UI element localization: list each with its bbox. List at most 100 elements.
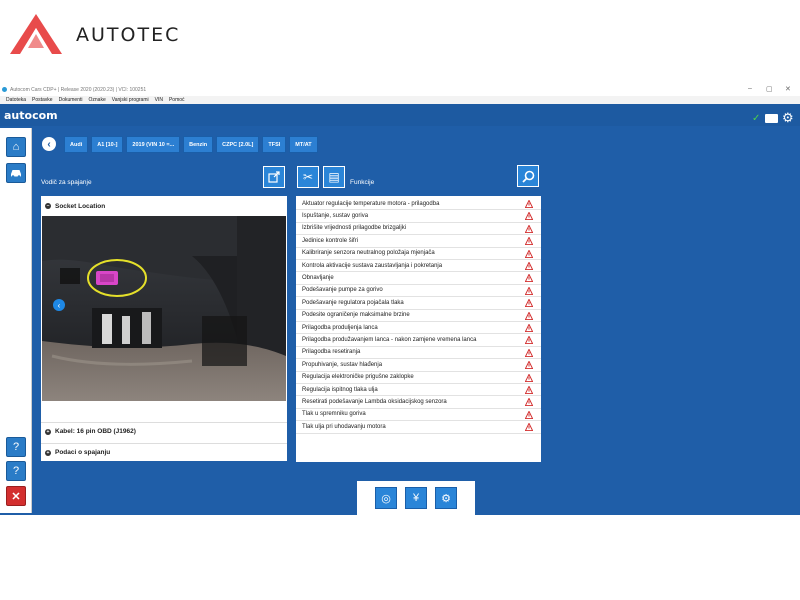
service-button[interactable]: ¥: [405, 487, 427, 509]
function-item[interactable]: Tlak ulja pri uhodavanju motora: [296, 421, 541, 434]
close-window-button[interactable]: ✕: [785, 85, 791, 93]
function-item[interactable]: Kalibriranje senzora neutralnog položaja…: [296, 248, 541, 260]
brand-name: AUTOTEC: [76, 24, 181, 46]
function-label: Izbrišite vrijednosti prilagodbe brizgal…: [302, 225, 407, 232]
photo-prev-button[interactable]: ‹: [53, 299, 65, 311]
function-item[interactable]: Regulacija elektroničke prigušne zaklopk…: [296, 372, 541, 384]
function-item[interactable]: Izbrišite vrijednosti prilagodbe brizgal…: [296, 223, 541, 236]
app-icon: [2, 87, 7, 92]
tools-icon: ✂: [302, 170, 314, 184]
crumb-transmission[interactable]: MT/AT: [289, 136, 318, 153]
crumb-engine[interactable]: CZPC [2.0L]: [216, 136, 260, 153]
open-external-button[interactable]: [263, 166, 285, 188]
function-item[interactable]: Propuhivanje, sustav hlađenja: [296, 359, 541, 372]
back-button[interactable]: ‹: [42, 137, 56, 151]
window-title: Autocom Cars CDP+ | Release 2020 (2020.2…: [10, 87, 147, 93]
function-label: Prilagodba produljenja lanca: [302, 324, 378, 331]
menu-item-oznake[interactable]: Oznake: [89, 97, 106, 103]
search-button[interactable]: [517, 165, 539, 187]
help-button-b[interactable]: ?: [6, 461, 26, 481]
function-item[interactable]: Aktuator regulacije temperature motora -…: [296, 198, 541, 211]
menu-bar: Datoteka Postavke Dokumenti Oznake Vanjs…: [0, 96, 800, 104]
status-check-icon: ✓: [752, 113, 761, 124]
function-item[interactable]: Ispuštanje, sustav goriva: [296, 210, 541, 223]
connection-data-header[interactable]: + Podaci o spajanju: [41, 443, 287, 461]
menu-item-vanjski-programi[interactable]: Vanjski programi: [112, 97, 149, 103]
warning-icon: [525, 324, 533, 332]
function-label: Podesite ograničenje maksimalne brzine: [302, 312, 410, 319]
menu-item-dokumenti[interactable]: Dokumenti: [59, 97, 83, 103]
autocom-logo: autocom: [4, 109, 58, 122]
maximize-button[interactable]: ▢: [766, 85, 773, 93]
socket-location-label: Socket Location: [55, 202, 106, 210]
function-item[interactable]: Obnavljanje: [296, 272, 541, 285]
function-item[interactable]: Resetirati podešavanje Lambda oksidacijs…: [296, 396, 541, 409]
chevron-left-icon: ‹: [57, 300, 61, 310]
function-item[interactable]: Kontrola aktivacije sustava zaustavljanj…: [296, 260, 541, 273]
minimize-button[interactable]: –: [748, 85, 752, 92]
crumb-model[interactable]: A1 [10-]: [91, 136, 124, 153]
function-label: Tlak ulja pri uhodavanju motora: [302, 423, 386, 430]
external-link-icon: [268, 171, 280, 183]
diagnostics-button[interactable]: ◎: [375, 487, 397, 509]
crumb-fuel[interactable]: Benzin: [183, 136, 214, 153]
settings-gear-icon[interactable]: ⚙: [782, 110, 794, 126]
vehicle-breadcrumbs: Audi A1 [10-] 2019 (VIN 10 =... Benzin C…: [64, 136, 318, 153]
menu-item-datoteka[interactable]: Datoteka: [6, 97, 26, 103]
function-item[interactable]: Prilagodba resetiranja: [296, 347, 541, 360]
functions-list: Aktuator regulacije temperature motora -…: [296, 196, 541, 462]
function-item[interactable]: Regulacija ispitnog tlaka ulja: [296, 384, 541, 397]
warning-icon: [525, 423, 533, 432]
warning-icon: [525, 237, 533, 246]
function-label: Prilagodba produžavanjem lanca - nakon z…: [302, 337, 477, 344]
socket-location-photo: [42, 216, 286, 401]
car-icon: [11, 170, 21, 178]
car-interior-image: [42, 216, 286, 401]
warning-icon: [525, 274, 533, 283]
function-item[interactable]: Jedinice kontrole šifri: [296, 235, 541, 248]
battery-icon: [765, 114, 778, 123]
function-label: Tlak u spremniku goriva: [302, 411, 366, 418]
function-label: Propuhivanje, sustav hlađenja: [302, 361, 383, 368]
menu-item-postavke[interactable]: Postavke: [32, 97, 53, 103]
crumb-engine-type[interactable]: TFSI: [262, 136, 287, 153]
help-button-a[interactable]: ?: [6, 437, 26, 457]
menu-item-vin[interactable]: VIN: [155, 97, 163, 103]
expand-icon: +: [45, 449, 51, 456]
screen: AUTOTEC Autocom Cars CDP+ | Release 2020…: [0, 0, 800, 600]
exit-button[interactable]: ✕: [6, 486, 26, 506]
function-label: Obnavljanje: [302, 275, 334, 282]
expand-icon: +: [45, 428, 51, 435]
tools-button[interactable]: ✂: [297, 166, 319, 188]
menu-item-pomoc[interactable]: Pomoć: [169, 97, 185, 103]
crumb-year[interactable]: 2019 (VIN 10 =...: [126, 136, 181, 153]
document-button[interactable]: ▤: [323, 166, 345, 188]
function-item[interactable]: Prilagodba produžavanjem lanca - nakon z…: [296, 334, 541, 347]
functions-title: Funkcije: [350, 179, 375, 186]
function-item[interactable]: Prilagodba produljenja lanca: [296, 322, 541, 335]
search-icon: [521, 170, 534, 183]
engine-button[interactable]: ⚙: [435, 487, 457, 509]
function-item[interactable]: Tlak u spremniku goriva: [296, 409, 541, 422]
warning-icon: [525, 311, 533, 320]
vehicle-button[interactable]: [6, 163, 26, 183]
function-label: Prilagodba resetiranja: [302, 349, 361, 356]
question-icon: ?: [12, 441, 20, 453]
function-label: Jedinice kontrole šifri: [302, 237, 359, 244]
cable-header[interactable]: + Kabel: 16 pin OBD (J1962): [41, 422, 287, 440]
socket-location-header[interactable]: – Socket Location: [41, 197, 287, 215]
steering-icon: ◎: [381, 492, 391, 505]
home-icon: ⌂: [12, 141, 20, 153]
function-label: Regulacija elektroničke prigušne zaklopk…: [302, 374, 414, 381]
chevron-left-icon: ‹: [47, 138, 51, 150]
function-item[interactable]: Podešavanje pumpe za gorivo: [296, 285, 541, 298]
warning-icon: [525, 373, 533, 382]
warning-icon: [525, 410, 533, 419]
crumb-make[interactable]: Audi: [64, 136, 89, 153]
warning-icon: [525, 200, 533, 208]
warning-icon: [525, 262, 533, 270]
function-item[interactable]: Podešavanje regulatora pojačala tlaka: [296, 297, 541, 310]
home-button[interactable]: ⌂: [6, 137, 26, 157]
autotec-logo-icon: [10, 14, 62, 54]
function-item[interactable]: Podesite ograničenje maksimalne brzine: [296, 310, 541, 322]
